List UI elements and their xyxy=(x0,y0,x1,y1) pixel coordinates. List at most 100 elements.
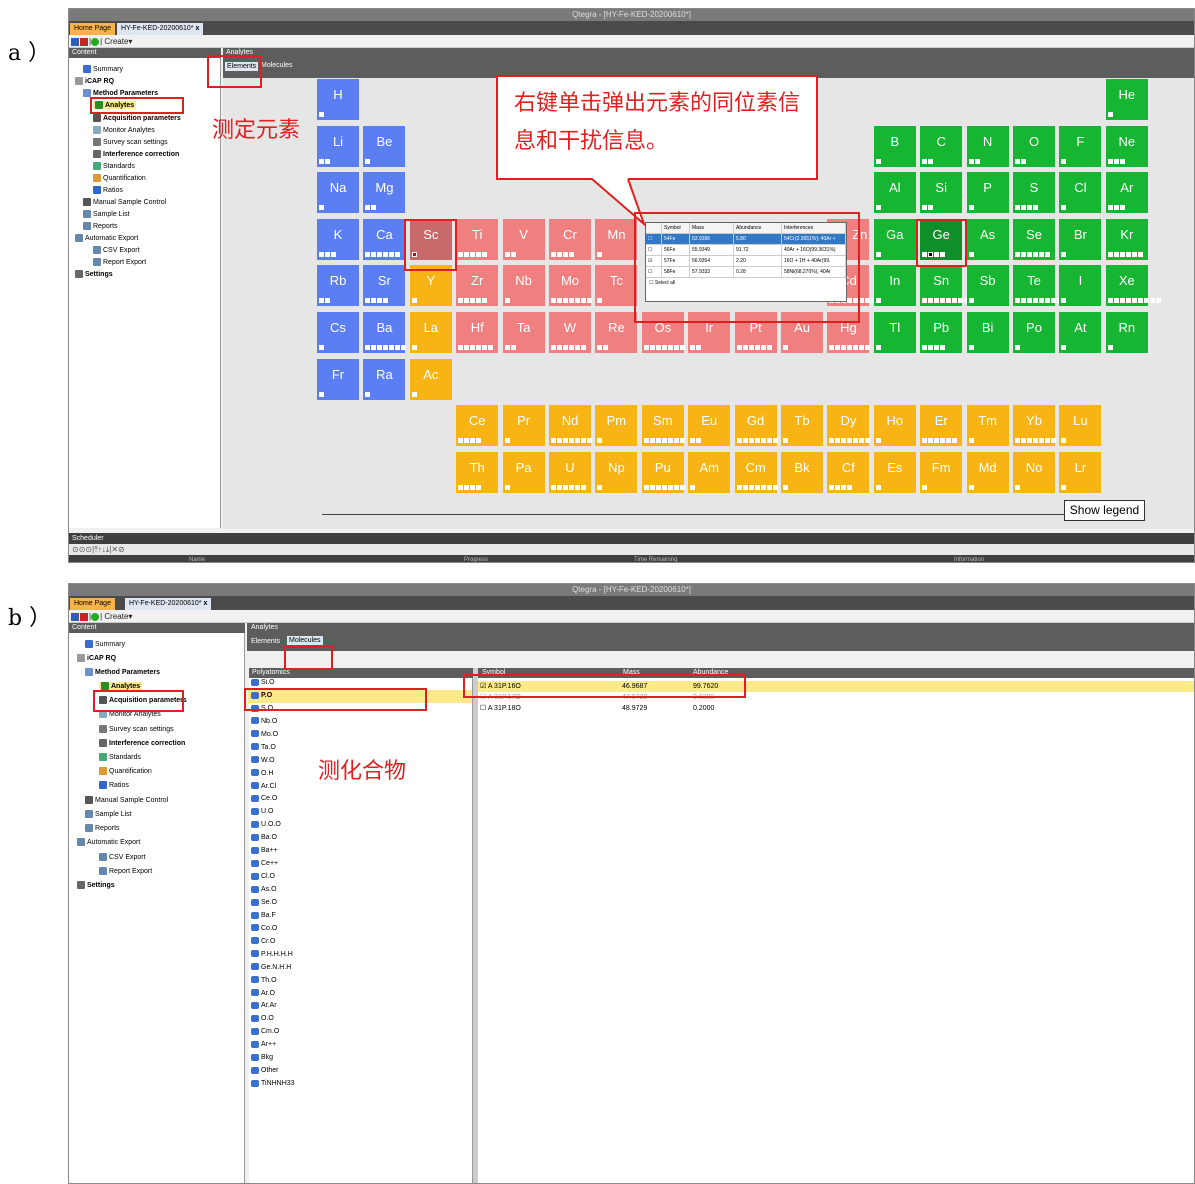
isotope-box[interactable] xyxy=(760,438,766,443)
isotope-box[interactable] xyxy=(958,298,964,304)
molecule-item[interactable]: Co.O xyxy=(248,923,472,936)
isotope-box[interactable] xyxy=(835,438,841,443)
element-pa[interactable]: Pa xyxy=(502,452,545,493)
isotope-box[interactable] xyxy=(470,298,476,304)
element-ti[interactable]: Ti xyxy=(456,218,499,260)
isotope-box[interactable] xyxy=(772,485,778,490)
isotope-box[interactable] xyxy=(847,345,853,350)
tree-settings[interactable]: Settings xyxy=(75,270,113,278)
create-button[interactable]: Create▾ xyxy=(104,37,132,46)
isotope-box[interactable] xyxy=(1107,205,1113,211)
isotope-box[interactable] xyxy=(875,345,881,350)
isotope-box[interactable] xyxy=(1033,205,1038,211)
isotope-box[interactable] xyxy=(551,251,556,257)
isotope-box[interactable] xyxy=(968,205,974,211)
save-icon[interactable] xyxy=(71,612,79,621)
isotope-box[interactable] xyxy=(841,438,847,443)
isotope-box[interactable] xyxy=(748,485,754,490)
element-dy[interactable]: Dy xyxy=(827,405,871,446)
element-rn[interactable]: Rn xyxy=(1105,312,1148,353)
element-tm[interactable]: Tm xyxy=(966,405,1009,446)
isotope-box[interactable] xyxy=(928,298,934,304)
isotope-box[interactable] xyxy=(569,345,574,350)
molecule-item[interactable]: Cr.O xyxy=(248,936,472,949)
isotope-box[interactable] xyxy=(946,438,952,443)
isotope-box[interactable] xyxy=(766,345,772,350)
element-fr[interactable]: Fr xyxy=(317,358,359,400)
tab-home[interactable]: Home Page xyxy=(70,23,115,35)
element-n[interactable]: N xyxy=(966,125,1009,167)
isotope-box[interactable] xyxy=(1015,298,1020,304)
isotope-box[interactable] xyxy=(643,345,649,350)
isotope-box[interactable] xyxy=(482,345,488,350)
tree-icap[interactable]: iCAP RQ xyxy=(75,77,114,85)
isotope-box[interactable] xyxy=(1061,158,1067,164)
element-tc[interactable]: Tc xyxy=(595,265,638,307)
isotope-box[interactable] xyxy=(476,438,482,443)
isotope-box[interactable] xyxy=(504,485,510,490)
isotope-box[interactable] xyxy=(1021,251,1026,257)
isotope-box[interactable] xyxy=(643,438,649,443)
tab-molecules[interactable]: Molecules xyxy=(261,62,293,69)
element-ar[interactable]: Ar xyxy=(1105,172,1148,214)
element-er[interactable]: Er xyxy=(920,405,963,446)
isotope-box[interactable] xyxy=(383,298,389,304)
tree-analytes[interactable]: Analytes xyxy=(99,682,143,690)
isotope-box[interactable] xyxy=(458,438,464,443)
isotope-box[interactable] xyxy=(974,158,980,164)
isotope-symbol[interactable]: ☐ A 31P.18O xyxy=(480,703,521,714)
isotope-box[interactable] xyxy=(655,345,661,350)
tree-report-export[interactable]: Report Export xyxy=(93,258,146,266)
isotope-box[interactable] xyxy=(742,345,748,350)
isotope-box[interactable] xyxy=(319,205,324,211)
isotope-box[interactable] xyxy=(504,251,510,257)
element-br[interactable]: Br xyxy=(1059,218,1102,260)
isotope-box[interactable] xyxy=(1137,298,1143,304)
element-te[interactable]: Te xyxy=(1013,265,1062,307)
tree-manual[interactable]: Manual Sample Control xyxy=(83,198,166,206)
isotope-box[interactable] xyxy=(772,438,778,443)
isotope-box[interactable] xyxy=(581,438,586,443)
element-ac[interactable]: Ac xyxy=(409,358,452,400)
element-no[interactable]: No xyxy=(1013,452,1055,493)
tree-sample[interactable]: Sample List xyxy=(85,810,132,818)
isotope-box[interactable] xyxy=(365,158,371,164)
element-y[interactable]: Y xyxy=(409,265,452,307)
isotope-box[interactable] xyxy=(575,438,580,443)
element-cr[interactable]: Cr xyxy=(549,218,591,260)
element-ca[interactable]: Ca xyxy=(363,218,406,260)
isotope-box[interactable] xyxy=(371,345,377,350)
isotope-box[interactable] xyxy=(1107,251,1113,257)
isotope-box[interactable] xyxy=(389,345,395,350)
isotope-box[interactable] xyxy=(952,438,958,443)
element-as[interactable]: As xyxy=(966,218,1009,260)
isotope-box[interactable] xyxy=(569,438,574,443)
element-pu[interactable]: Pu xyxy=(641,452,685,493)
isotope-box[interactable] xyxy=(766,485,772,490)
molecule-item[interactable]: Ce.O xyxy=(248,793,472,806)
isotope-box[interactable] xyxy=(934,345,940,350)
isotope-box[interactable] xyxy=(952,298,958,304)
isotope-box[interactable] xyxy=(1107,158,1113,164)
isotope-box[interactable] xyxy=(1039,298,1044,304)
isotope-box[interactable] xyxy=(464,298,470,304)
element-sm[interactable]: Sm xyxy=(641,405,685,446)
element-p[interactable]: P xyxy=(966,172,1009,214)
isotope-box[interactable] xyxy=(1033,438,1038,443)
element-w[interactable]: W xyxy=(549,312,591,353)
molecule-item[interactable]: Mo.O xyxy=(248,729,472,742)
isotope-box[interactable] xyxy=(835,485,841,490)
isotope-box[interactable] xyxy=(1061,438,1067,443)
element-mo[interactable]: Mo xyxy=(549,265,592,307)
isotope-box[interactable] xyxy=(968,345,974,350)
isotope-box[interactable] xyxy=(922,345,928,350)
run-icon[interactable] xyxy=(91,612,100,621)
element-li[interactable]: Li xyxy=(317,125,359,167)
element-tb[interactable]: Tb xyxy=(781,405,823,446)
isotope-box[interactable] xyxy=(829,345,835,350)
isotope-box[interactable] xyxy=(458,298,464,304)
isotope-box[interactable] xyxy=(1107,345,1113,350)
isotope-box[interactable] xyxy=(875,438,881,443)
isotope-box[interactable] xyxy=(865,345,871,350)
isotope-box[interactable] xyxy=(1113,158,1119,164)
